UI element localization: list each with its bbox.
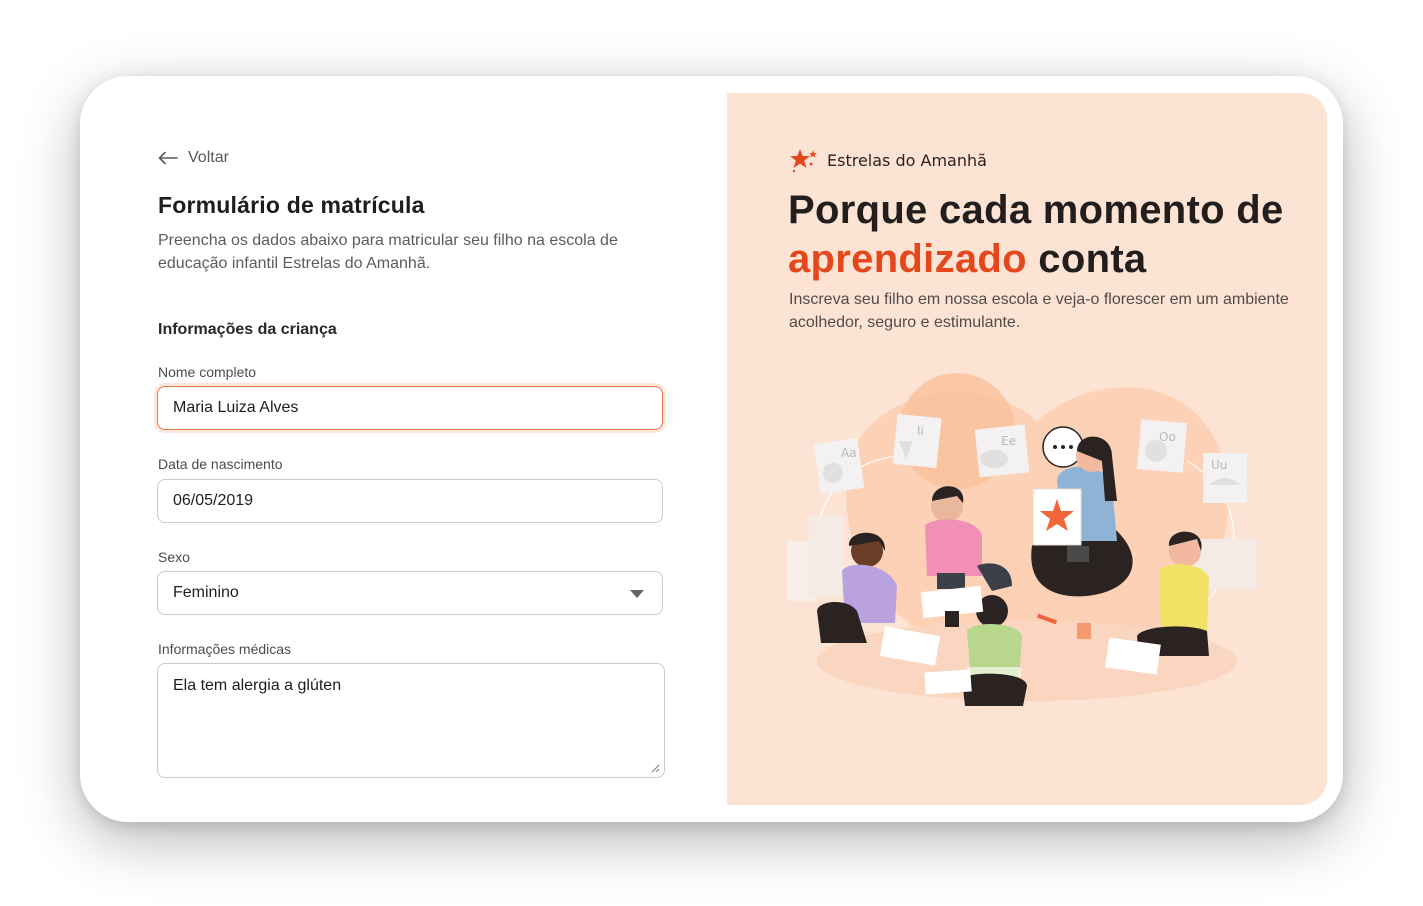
medical-info-value: Ela tem alergia a glúten [173, 677, 342, 694]
promo-panel: Estrelas do Amanhã Porque cada momento d… [727, 93, 1327, 805]
headline: Porque cada momento de aprendizado conta [788, 186, 1308, 284]
promo-subtitle: Inscreva seu filho em nossa escola e vej… [789, 291, 1289, 331]
brand-name: Estrelas do Amanhã [827, 150, 987, 170]
birthdate-value: 06/05/2019 [173, 492, 254, 509]
birthdate-field-label: Data de nascimento [158, 456, 283, 472]
headline-part-2: conta [1026, 237, 1147, 281]
form-title: Formulário de matrícula [158, 192, 425, 218]
medical-info-textarea[interactable]: Ela tem alergia a glúten [157, 663, 665, 778]
name-field-label: Nome completo [158, 364, 257, 380]
card-aa-label: Aa [841, 446, 857, 460]
full-name-value: Maria Luiza Alves [173, 399, 299, 416]
resize-handle-icon[interactable] [650, 763, 660, 773]
card-ii: Ii [892, 413, 942, 469]
sex-select[interactable]: Feminino [157, 571, 663, 615]
classroom-illustration: Aa Ii Ee Oo Uu [787, 373, 1257, 706]
back-label: Voltar [188, 149, 229, 166]
card-aa: Aa [813, 438, 865, 494]
card-uu-label: Uu [1211, 458, 1227, 472]
app-window: Voltar Formulário de matrícula Preencha … [80, 76, 1343, 822]
star-picture [1032, 488, 1082, 546]
sex-field-label: Sexo [158, 549, 190, 565]
card-ee-label: Ee [1001, 434, 1016, 448]
full-name-input[interactable]: Maria Luiza Alves [157, 386, 663, 430]
card-uu: Uu [1203, 453, 1247, 503]
headline-part-1: Porque cada momento de [788, 188, 1284, 232]
arrow-left-icon [158, 151, 178, 165]
sex-value: Feminino [173, 584, 239, 601]
brand: Estrelas do Amanhã [789, 147, 987, 173]
section-title-child-info: Informações da criança [158, 321, 337, 338]
form-description: Preencha os dados abaixo para matricular… [158, 232, 618, 272]
chevron-down-icon [630, 590, 644, 598]
card-oo: Oo [1136, 419, 1188, 473]
card-ii-label: Ii [917, 424, 924, 438]
headline-accent: aprendizado [788, 237, 1027, 281]
birthdate-input[interactable]: 06/05/2019 [157, 479, 663, 523]
card-ee: Ee [974, 424, 1030, 478]
card-oo-label: Oo [1159, 430, 1176, 444]
star-logo-icon [790, 149, 817, 173]
medical-field-label: Informações médicas [158, 641, 292, 657]
back-link[interactable]: Voltar [158, 148, 229, 168]
